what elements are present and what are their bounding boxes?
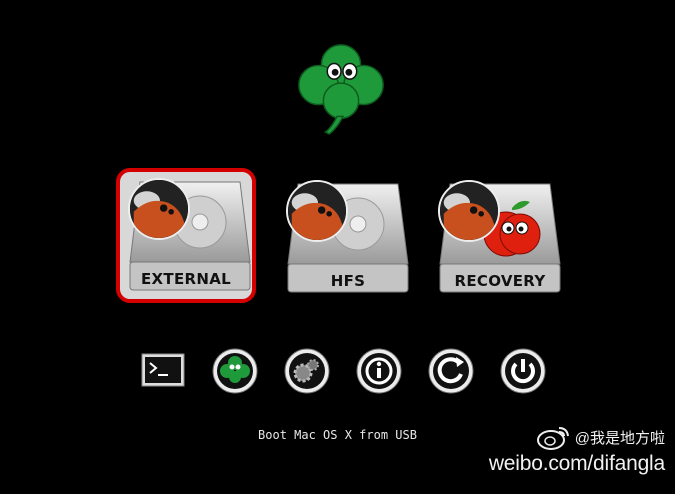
- weibo-logo-icon: [536, 427, 569, 450]
- options-button[interactable]: [284, 348, 330, 394]
- volume-label: RECOVERY: [454, 272, 546, 290]
- clover-options-button[interactable]: [212, 348, 258, 394]
- shutdown-icon: [500, 348, 546, 394]
- linux-penguin-icon: [438, 180, 500, 242]
- about-icon: [356, 348, 402, 394]
- volume-hfs[interactable]: HFS: [278, 174, 418, 309]
- watermark: @我是地方啦 weibo.com/difangla: [489, 424, 665, 476]
- volume-recovery[interactable]: RECOVERY: [430, 174, 570, 309]
- options-icon: [284, 348, 330, 394]
- watermark-handle: @我是地方啦: [574, 429, 665, 447]
- shell-button[interactable]: [140, 348, 186, 394]
- linux-penguin-icon: [286, 180, 348, 242]
- volume-label: HFS: [330, 272, 366, 290]
- shell-icon: [141, 353, 185, 387]
- linux-penguin-icon: [128, 178, 190, 240]
- volume-external[interactable]: EXTERNAL: [116, 168, 256, 303]
- clover-icon: [212, 348, 258, 394]
- about-button[interactable]: [356, 348, 402, 394]
- clover-logo: [292, 38, 390, 136]
- volume-label: EXTERNAL: [141, 270, 231, 288]
- watermark-url: weibo.com/difangla: [488, 452, 665, 475]
- shutdown-button[interactable]: [500, 348, 546, 394]
- reset-icon: [428, 348, 474, 394]
- reset-button[interactable]: [428, 348, 474, 394]
